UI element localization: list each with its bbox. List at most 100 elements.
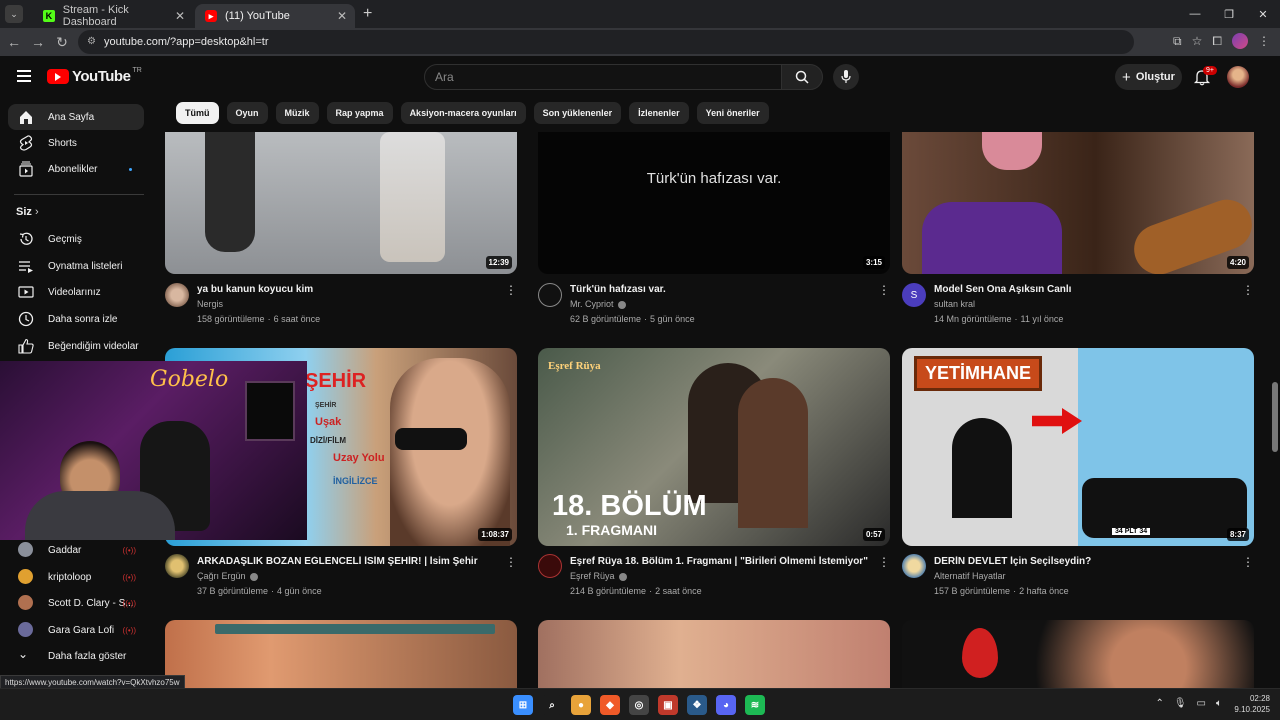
obs-icon[interactable]: ◎ xyxy=(629,695,649,715)
more-options-icon[interactable]: ⋮ xyxy=(878,283,890,297)
sidebar-item-subscriptions[interactable]: Abonelikler xyxy=(8,156,144,182)
more-options-icon[interactable]: ⋮ xyxy=(505,283,517,297)
channel-avatar[interactable]: S xyxy=(902,283,926,307)
chip-music[interactable]: Müzik xyxy=(275,102,319,124)
create-button[interactable]: + Oluştur xyxy=(1115,64,1182,90)
chip-games[interactable]: Oyun xyxy=(226,102,268,124)
hamburger-menu-icon[interactable] xyxy=(17,70,31,82)
bookmark-star-icon[interactable]: ☆ xyxy=(1192,34,1203,48)
volume-icon[interactable]: 🔈︎ xyxy=(1216,698,1222,709)
streamer-bot-icon[interactable]: ▣ xyxy=(658,695,678,715)
windows-start-icon[interactable]: ⊞ xyxy=(513,695,533,715)
spotify-icon[interactable]: ≋ xyxy=(745,695,765,715)
channel-avatar[interactable] xyxy=(165,554,189,578)
video-title[interactable]: ya bu kanun koyucu kim xyxy=(197,284,497,295)
channel-name[interactable]: Çağrı Ergün xyxy=(197,571,258,581)
chip-new-to-you[interactable]: Yeni öneriler xyxy=(696,102,769,124)
install-icon[interactable]: ⧉ xyxy=(1173,34,1182,49)
video-title[interactable]: Eşref Rüya 18. Bölüm 1. Fragmanı | "Biri… xyxy=(570,556,870,567)
tab-kick-dashboard[interactable]: K Stream - Kick Dashboard ✕ xyxy=(33,4,193,28)
youtube-logo[interactable]: YouTube TR xyxy=(47,67,142,85)
video-title[interactable]: Türk'ün hafızası var. xyxy=(570,284,870,295)
sidebar-subscription-kriptoloop[interactable]: kriptoloop ((•)) xyxy=(8,564,144,590)
site-info-icon[interactable]: ⚙ xyxy=(87,36,96,47)
sidebar-item-watch-later[interactable]: Daha sonra izle xyxy=(8,306,144,332)
sidebar-subscription-scott-clary[interactable]: Scott D. Clary - S... ((•)) xyxy=(8,590,144,616)
sidebar-item-history[interactable]: Geçmiş xyxy=(8,226,144,252)
more-options-icon[interactable]: ⋮ xyxy=(1242,283,1254,297)
search-icon[interactable]: ⌕ xyxy=(542,695,562,715)
sidebar-subscription-gara-gara-lofi[interactable]: Gara Gara Lofi ((•)) xyxy=(8,617,144,643)
video-card[interactable]: YETİMHANE 34 PLT 34 8:37 DERİN DEVLET İç… xyxy=(902,348,1254,608)
chip-watched[interactable]: İzlenenler xyxy=(629,102,689,124)
video-thumbnail[interactable] xyxy=(902,620,1254,688)
sidebar-subscription-gaddar[interactable]: Gaddar ((•)) xyxy=(8,537,144,563)
video-thumbnail[interactable] xyxy=(165,620,517,688)
account-avatar[interactable] xyxy=(1227,66,1249,88)
app-icon[interactable]: ❖ xyxy=(687,695,707,715)
chrome-icon[interactable]: ● xyxy=(571,695,591,715)
video-thumbnail[interactable]: YETİMHANE 34 PLT 34 8:37 xyxy=(902,348,1254,546)
search-button[interactable] xyxy=(781,64,823,90)
voice-search-button[interactable] xyxy=(833,64,859,90)
video-card[interactable]: Eşref Rüya 18. BÖLÜM 1. FRAGMANI 0:57 Eş… xyxy=(538,348,890,608)
channel-avatar[interactable] xyxy=(902,554,926,578)
minimize-icon[interactable]: — xyxy=(1178,0,1212,28)
tab-youtube[interactable]: ▸ (11) YouTube ✕ xyxy=(195,4,355,28)
channel-name[interactable]: sultan kral xyxy=(934,299,975,309)
sidebar-item-playlists[interactable]: Oynatma listeleri xyxy=(8,253,144,279)
more-options-icon[interactable]: ⋮ xyxy=(505,555,517,569)
taskbar-clock[interactable]: 02:28 9.10.2025 xyxy=(1234,693,1270,715)
extensions-icon[interactable]: ⧠ xyxy=(1212,34,1222,49)
restore-icon[interactable]: ❐ xyxy=(1212,0,1246,28)
more-options-icon[interactable]: ⋮ xyxy=(878,555,890,569)
video-title[interactable]: DERİN DEVLET İçin Seçilseydin? xyxy=(934,556,1234,567)
chip-rap[interactable]: Rap yapma xyxy=(326,102,393,124)
forward-icon[interactable]: → xyxy=(26,34,50,50)
channel-avatar[interactable] xyxy=(538,554,562,578)
sidebar-show-more[interactable]: ⌄ Daha fazla göster xyxy=(8,643,144,669)
microphone-icon[interactable]: 🎙︎ xyxy=(1174,698,1187,709)
video-thumbnail[interactable] xyxy=(538,620,890,688)
brave-icon[interactable]: ◆ xyxy=(600,695,620,715)
video-thumbnail[interactable]: 4:20 xyxy=(902,132,1254,274)
close-window-icon[interactable]: ✕ xyxy=(1246,0,1280,28)
address-bar[interactable]: ⚙ youtube.com/?app=desktop&hl=tr xyxy=(78,30,1134,54)
discord-icon[interactable]: ◕ xyxy=(716,695,736,715)
search-input[interactable]: Ara xyxy=(424,64,782,90)
video-card[interactable]: 12:39 ya bu kanun koyucu kim Nergis 158 … xyxy=(165,132,517,332)
sidebar-item-your-videos[interactable]: Videolarınız xyxy=(8,279,144,305)
video-thumbnail[interactable]: Türk'ün hafızası var. 3:15 xyxy=(538,132,890,274)
video-title[interactable]: ARKADAŞLIK BOZAN EĞLENCELİ İSİM ŞEHİR! |… xyxy=(197,556,497,567)
new-tab-button[interactable]: + xyxy=(363,5,372,23)
you-section-header[interactable]: Siz › xyxy=(16,206,39,218)
chevron-up-icon[interactable]: ⌃ xyxy=(1155,698,1163,709)
video-title[interactable]: Model Sen Ona Aşıksın Canlı xyxy=(934,284,1234,295)
chip-all[interactable]: Tümü xyxy=(176,102,219,124)
profile-icon[interactable] xyxy=(1232,33,1248,49)
channel-name[interactable]: Mr. Cypriot xyxy=(570,299,626,309)
back-icon[interactable]: ← xyxy=(2,34,26,50)
reload-icon[interactable]: ↻ xyxy=(50,34,74,51)
video-card[interactable]: Türk'ün hafızası var. 3:15 Türk'ün hafız… xyxy=(538,132,890,332)
menu-kebab-icon[interactable]: ⋮ xyxy=(1258,34,1270,48)
sidebar-item-home[interactable]: Ana Sayfa xyxy=(8,104,144,130)
sidebar-item-liked-videos[interactable]: Beğendiğim videolar xyxy=(8,333,144,359)
tab-search-button[interactable]: ⌄ xyxy=(5,5,23,23)
channel-name[interactable]: Nergis xyxy=(197,299,223,309)
channel-name[interactable]: Eşref Rüya xyxy=(570,571,627,581)
chip-recently-uploaded[interactable]: Son yüklenenler xyxy=(533,102,622,124)
page-scrollbar[interactable] xyxy=(1270,60,1280,688)
close-icon[interactable]: ✕ xyxy=(337,9,347,23)
chip-action-adventure[interactable]: Aksiyon-macera oyunları xyxy=(400,102,526,124)
more-options-icon[interactable]: ⋮ xyxy=(1242,555,1254,569)
close-icon[interactable]: ✕ xyxy=(175,9,185,23)
display-icon[interactable]: ▭ xyxy=(1197,698,1206,709)
sidebar-item-shorts[interactable]: Shorts xyxy=(8,130,144,156)
scrollbar-thumb[interactable] xyxy=(1272,382,1278,452)
channel-name[interactable]: Alternatif Hayatlar xyxy=(934,571,1006,581)
video-card[interactable]: 4:20 S Model Sen Ona Aşıksın Canlı sulta… xyxy=(902,132,1254,332)
channel-avatar[interactable] xyxy=(165,283,189,307)
video-thumbnail[interactable]: 12:39 xyxy=(165,132,517,274)
channel-avatar[interactable] xyxy=(538,283,562,307)
